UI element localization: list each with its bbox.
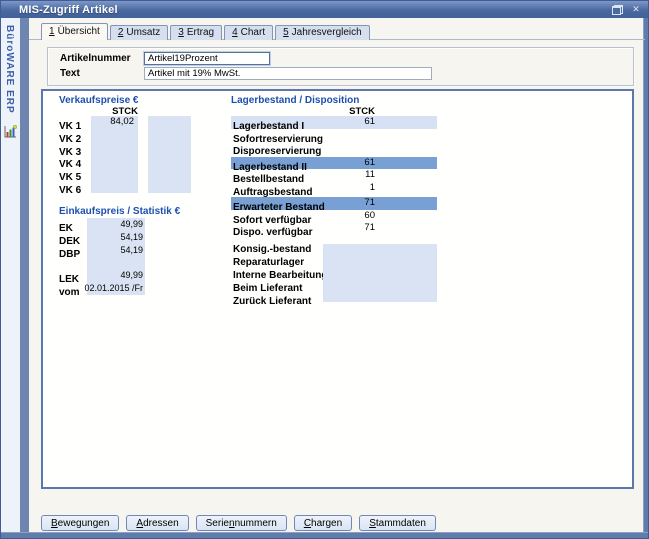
title-bar: MIS-Zugriff Artikel ✕ [1,1,648,18]
tab-chart[interactable]: 4Chart [224,25,273,40]
table-row: Auftragsbestand1 [231,182,437,195]
sonderbestand-value-box [323,244,437,302]
table-row: DEK54,19 [59,231,199,244]
chargen-button[interactable]: Chargen [294,515,352,531]
table-row: VK 4 [59,154,199,167]
adressen-button[interactable]: Adressen [126,515,188,531]
stammdaten-button[interactable]: Stammdaten [359,515,436,531]
table-row [59,256,199,269]
lagerbestand-title: Lagerbestand / Disposition [231,95,437,106]
sidebar-divider [20,18,29,532]
table-row: LEK49,99 [59,269,199,282]
table-row: Sofort verfügbar60 [231,210,437,223]
sidebar: BüroWARE ERP [1,18,20,532]
text-label: Text [60,68,80,79]
tab-uebersicht[interactable]: 1Übersicht [41,23,108,40]
table-row: Lagerbestand I61 [231,116,437,129]
close-icon[interactable]: ✕ [629,3,643,17]
table-row: Lagerbestand II61 [231,157,437,170]
bewegungen-button[interactable]: Bewegungen [41,515,119,531]
table-row: VK 3 [59,142,199,155]
window-controls: ✕ [610,2,643,17]
table-row: VK 6 [59,180,199,193]
table-row: Dispo. verfügbar71 [231,222,437,235]
table-row: DBP54,19 [59,244,199,257]
table-row: EK49,99 [59,218,199,231]
section-lagerbestand: Lagerbestand / Disposition STCK Lagerbes… [231,95,437,106]
artikelnummer-label: Artikelnummer [60,53,131,64]
overview-panel: Verkaufspreise € STCK VK 184,02 VK 2 VK … [41,89,634,489]
einkaufspreis-title: Einkaufspreis / Statistik € [59,206,199,217]
app-window: MIS-Zugriff Artikel ✕ BüroWARE ERP 1Über… [0,0,649,539]
tab-umsatz[interactable]: 2Umsatz [110,25,168,40]
artikelnummer-input[interactable] [144,52,270,65]
tab-bar: 1Übersicht 2Umsatz 3Ertrag 4Chart 5Jahre… [41,23,372,40]
table-row: Disporeservierung [231,141,437,154]
table-row: vom02.01.2015 /Fr [59,282,199,295]
section-einkaufspreis: Einkaufspreis / Statistik € EK49,99 DEK5… [59,206,199,217]
text-input[interactable] [144,67,432,80]
table-row: VK 5 [59,167,199,180]
table-row: VK 184,02 [59,116,199,129]
section-sonderbestaende: Konsig.-bestand Reparaturlager Interne B… [231,243,437,308]
restore-icon[interactable] [610,3,624,17]
window-frame-bottom [1,532,648,538]
article-header-box: Artikelnummer Text [47,47,634,86]
table-row: Sofortreservierung [231,129,437,142]
tab-ertrag[interactable]: 3Ertrag [170,25,222,40]
seriennummern-button[interactable]: Seriennummern [196,515,287,531]
verkaufspreise-title: Verkaufspreise € [59,95,199,106]
table-row: Erwarteter Bestand71 [231,197,437,210]
brand-vertical-text: BüroWARE ERP [4,25,15,114]
window-frame-right [643,18,648,532]
window-title: MIS-Zugriff Artikel [19,4,118,16]
section-verkaufspreise: Verkaufspreise € STCK VK 184,02 VK 2 VK … [59,95,199,106]
chart-icon[interactable] [3,124,18,139]
bottom-button-bar: Bewegungen Adressen Seriennummern Charge… [41,515,436,531]
table-row: VK 2 [59,129,199,142]
table-row: Bestellbestand11 [231,169,437,182]
tab-jahresvergleich[interactable]: 5Jahresvergleich [275,25,370,40]
